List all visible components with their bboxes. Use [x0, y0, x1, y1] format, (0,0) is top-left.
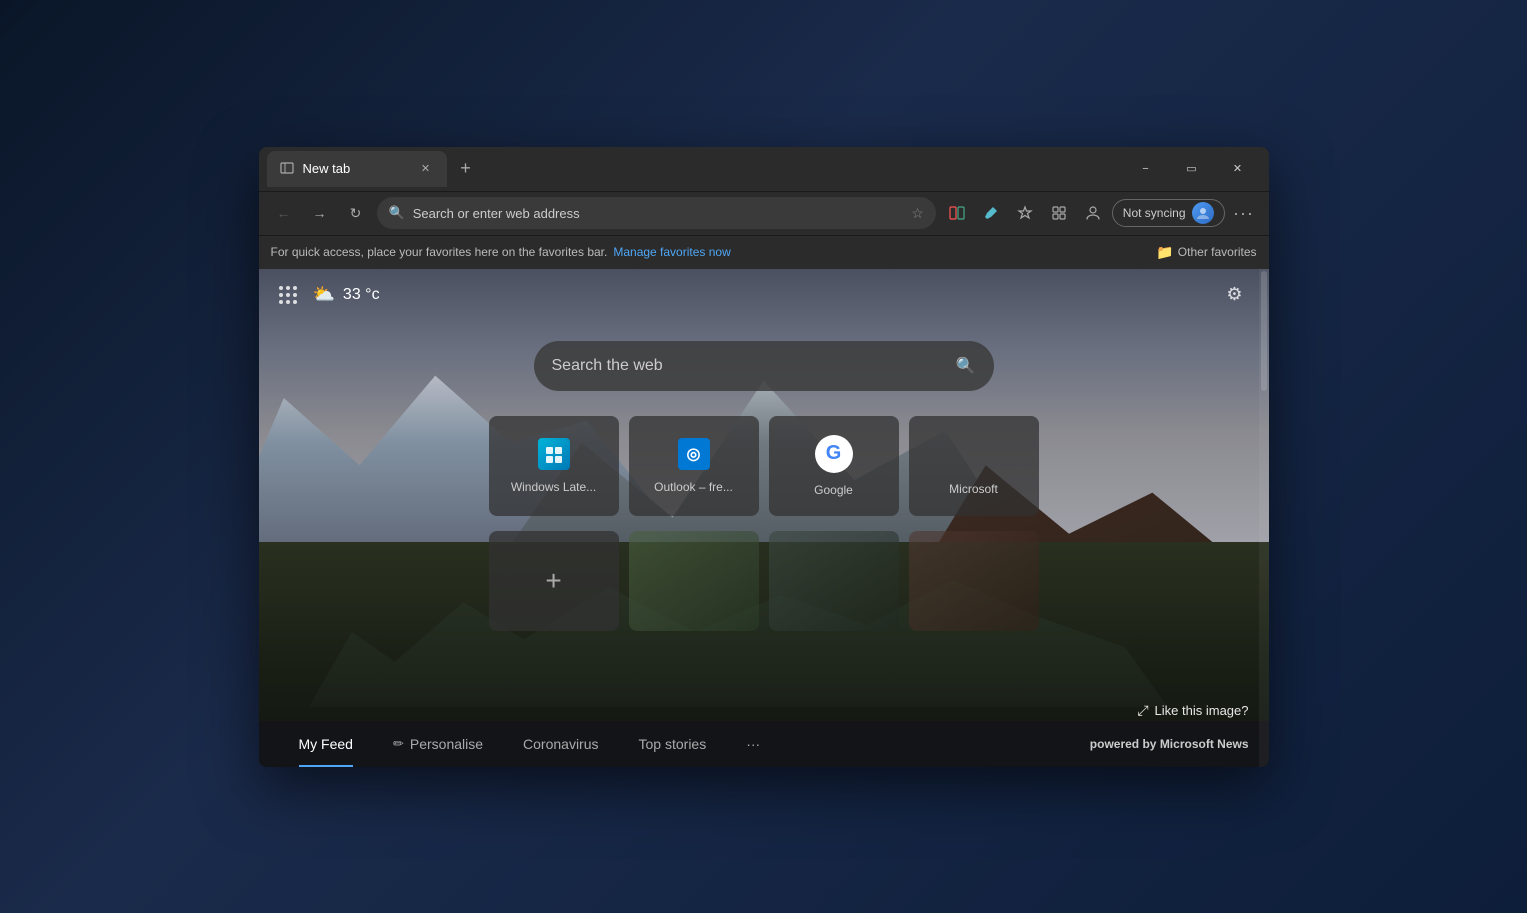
scrollbar-thumb[interactable] — [1261, 271, 1267, 391]
empty-shortcut-2 — [769, 531, 899, 631]
apps-dot — [286, 300, 290, 304]
nav-tab-coronavirus[interactable]: Coronavirus — [503, 721, 618, 767]
more-options-button[interactable]: ··· — [1229, 198, 1259, 228]
browser-window: New tab ✕ + − ▭ ✕ ← → ↻ 🔍 Search or ente… — [259, 147, 1269, 767]
sync-button[interactable]: Not syncing — [1112, 199, 1225, 227]
favorites-button[interactable] — [1010, 198, 1040, 228]
empty-shortcut-1 — [629, 531, 759, 631]
window-controls: − ▭ ✕ — [1123, 147, 1261, 191]
forward-button[interactable]: → — [305, 198, 335, 228]
search-submit-icon[interactable]: 🔍 — [956, 356, 976, 376]
nav-tab-more-label: ··· — [746, 736, 760, 752]
folder-icon: 📁 — [1156, 244, 1173, 261]
back-icon: ← — [277, 205, 291, 221]
favorites-bar-message: For quick access, place your favorites h… — [271, 245, 608, 259]
other-favorites-label: Other favorites — [1178, 245, 1257, 259]
expand-icon: ⤢ — [1137, 702, 1148, 719]
shortcut-tile-windows-latest[interactable]: Windows Late... — [489, 416, 619, 516]
apps-menu-icon[interactable] — [279, 286, 297, 304]
split-screen-button[interactable] — [942, 198, 972, 228]
settings-gear-icon[interactable]: ⚙ — [1221, 281, 1249, 309]
like-image-button[interactable]: ⤢ Like this image? — [1137, 702, 1248, 719]
nav-tab-top-stories[interactable]: Top stories — [619, 721, 727, 767]
apps-dot — [286, 286, 290, 290]
sync-label: Not syncing — [1123, 206, 1186, 220]
powered-by: powered by Microsoft News — [1090, 737, 1249, 751]
search-box[interactable]: Search the web 🔍 — [534, 341, 994, 391]
content-overlay: ⛅ 33 °c ⚙ Search the web 🔍 — [259, 269, 1269, 767]
tab-page-icon — [279, 161, 295, 177]
nav-tab-coronavirus-label: Coronavirus — [523, 736, 598, 752]
new-tab-content: ⛅ 33 °c ⚙ Search the web 🔍 — [259, 269, 1269, 767]
shortcut-label: Google — [814, 483, 853, 497]
apps-dot — [279, 286, 283, 290]
powered-by-brand: Microsoft News — [1160, 737, 1249, 751]
refresh-icon: ↻ — [350, 205, 362, 222]
apps-dot — [293, 293, 297, 297]
refresh-button[interactable]: ↻ — [341, 198, 371, 228]
shortcut-label: Outlook – fre... — [654, 480, 733, 494]
new-tab-top-bar: ⛅ 33 °c ⚙ — [259, 269, 1269, 321]
favorites-bar: For quick access, place your favorites h… — [259, 235, 1269, 269]
weather-icon: ⛅ — [313, 284, 335, 305]
address-text: Search or enter web address — [413, 206, 904, 221]
new-tab-button[interactable]: + — [451, 154, 481, 184]
shortcut-tile-google[interactable]: G Google — [769, 416, 899, 516]
maximize-button[interactable]: ▭ — [1169, 147, 1215, 191]
google-icon: G — [815, 435, 853, 473]
search-placeholder: Search the web — [552, 357, 944, 375]
like-image-label: Like this image? — [1155, 703, 1249, 718]
windows-latest-icon — [538, 438, 570, 470]
search-section: Search the web 🔍 — [259, 321, 1269, 401]
apps-dot — [293, 300, 297, 304]
weather-widget[interactable]: ⛅ 33 °c — [313, 284, 380, 305]
toolbar: ← → ↻ 🔍 Search or enter web address ☆ — [259, 191, 1269, 235]
tab-strip: New tab ✕ + — [267, 147, 1123, 191]
other-favorites[interactable]: 📁 Other favorites — [1156, 244, 1256, 261]
tab-label: New tab — [303, 161, 409, 176]
title-bar: New tab ✕ + − ▭ ✕ — [259, 147, 1269, 191]
scrollbar[interactable] — [1259, 269, 1269, 767]
shortcuts-row2: + — [259, 531, 1269, 646]
empty-shortcut-3 — [909, 531, 1039, 631]
apps-dot — [286, 293, 290, 297]
shortcut-tile-microsoft[interactable]: Microsoft — [909, 416, 1039, 516]
profile-button[interactable] — [1078, 198, 1108, 228]
close-button[interactable]: ✕ — [1215, 147, 1261, 191]
apps-dot — [279, 300, 283, 304]
shortcut-label: Windows Late... — [511, 480, 596, 494]
apps-dot — [279, 293, 283, 297]
powered-by-text: powered by — [1090, 737, 1157, 751]
nav-tab-my-feed-label: My Feed — [299, 736, 353, 752]
shortcut-label: Microsoft — [949, 482, 998, 496]
toolbar-actions: Not syncing ··· — [942, 198, 1259, 228]
nav-tab-personalise-label: Personalise — [410, 736, 483, 752]
nav-tab-top-stories-label: Top stories — [639, 736, 707, 752]
microsoft-icon — [956, 436, 992, 472]
edge-pen-button[interactable] — [976, 198, 1006, 228]
forward-icon: → — [313, 205, 327, 221]
nav-tab-more[interactable]: ··· — [726, 721, 780, 767]
nav-tab-personalise[interactable]: ✏ Personalise — [373, 721, 503, 767]
collections-button[interactable] — [1044, 198, 1074, 228]
browser-tab[interactable]: New tab ✕ — [267, 151, 447, 187]
address-search-icon: 🔍 — [389, 205, 405, 221]
profile-avatar — [1192, 202, 1214, 224]
nav-tab-my-feed[interactable]: My Feed — [279, 721, 373, 767]
back-button[interactable]: ← — [269, 198, 299, 228]
manage-favorites-link[interactable]: Manage favorites now — [613, 245, 730, 259]
shortcuts-section: Windows Late... ◎ Outlook – fre... G — [259, 401, 1269, 531]
apps-dot — [293, 286, 297, 290]
outlook-icon: ◎ — [678, 438, 710, 470]
minimize-button[interactable]: − — [1123, 147, 1169, 191]
bottom-nav: My Feed ✏ Personalise Coronavirus Top st… — [259, 721, 1269, 767]
personalise-icon: ✏ — [393, 736, 404, 752]
tab-close-button[interactable]: ✕ — [417, 160, 435, 178]
weather-temp: 33 °c — [343, 286, 380, 304]
address-bar[interactable]: 🔍 Search or enter web address ☆ — [377, 197, 936, 229]
favorite-star-icon[interactable]: ☆ — [911, 205, 924, 222]
shortcut-tile-outlook[interactable]: ◎ Outlook – fre... — [629, 416, 759, 516]
add-shortcut-button[interactable]: + — [489, 531, 619, 631]
